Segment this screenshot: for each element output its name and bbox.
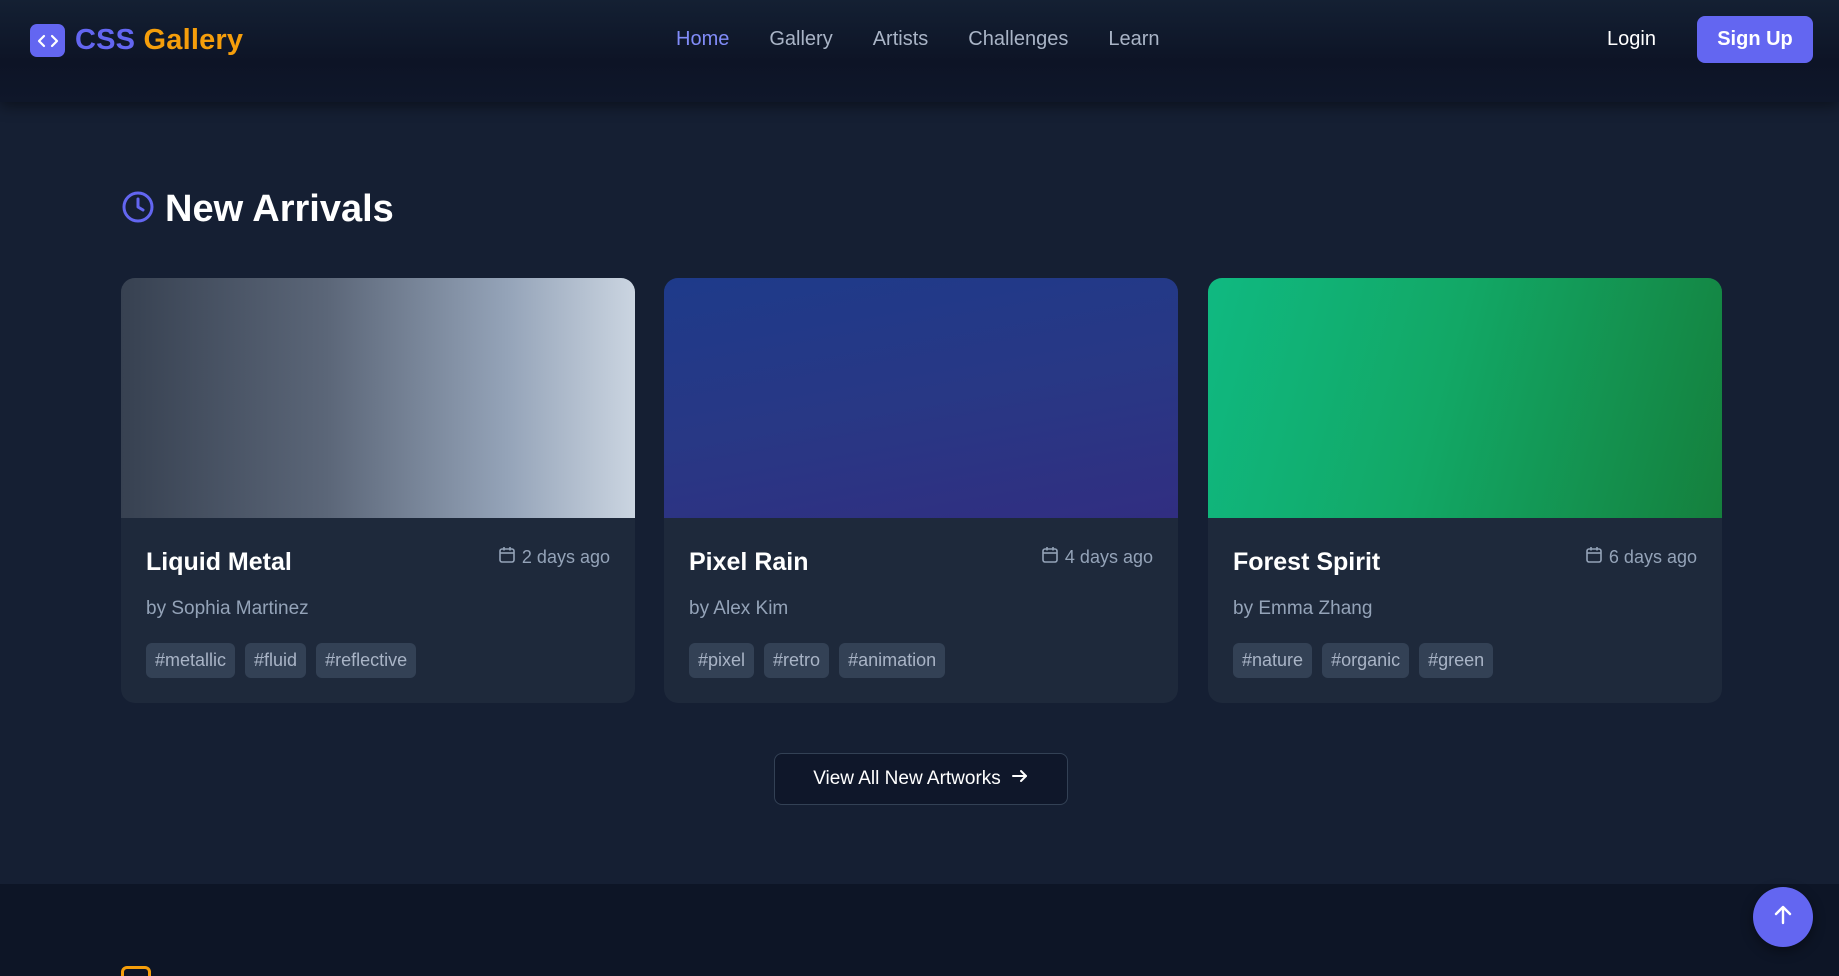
logo-text-gallery: Gallery xyxy=(143,24,244,56)
artwork-card[interactable]: Pixel Rain 4 days ago by Alex Kim #pixel… xyxy=(664,278,1178,703)
login-link[interactable]: Login xyxy=(1607,28,1656,51)
calendar-icon xyxy=(1041,546,1059,569)
next-section xyxy=(0,884,1839,976)
logo-text-css: CSS xyxy=(75,24,136,56)
arrow-right-icon xyxy=(1011,767,1029,791)
back-to-top-button[interactable] xyxy=(1753,887,1813,947)
artwork-preview[interactable] xyxy=(664,278,1178,518)
view-all-label: View All New Artworks xyxy=(813,768,1001,789)
card-author[interactable]: by Alex Kim xyxy=(689,598,788,620)
tag[interactable]: #organic xyxy=(1322,643,1410,678)
nav-home[interactable]: Home xyxy=(676,28,729,51)
nav-gallery[interactable]: Gallery xyxy=(769,28,832,51)
tag[interactable]: #metallic xyxy=(146,643,236,678)
card-tags: #pixel #retro #animation xyxy=(689,643,946,678)
site-header: CSS Gallery Home Gallery Artists Challen… xyxy=(0,0,1839,102)
card-title[interactable]: Liquid Metal xyxy=(146,548,292,577)
artwork-card[interactable]: Forest Spirit 6 days ago by Emma Zhang #… xyxy=(1208,278,1722,703)
signup-button[interactable]: Sign Up xyxy=(1697,16,1813,63)
calendar-icon xyxy=(498,546,516,569)
card-tags: #nature #organic #green xyxy=(1233,643,1494,678)
card-date-text: 4 days ago xyxy=(1064,547,1153,567)
nav-artists[interactable]: Artists xyxy=(873,28,929,51)
nav-learn[interactable]: Learn xyxy=(1108,28,1159,51)
calendar-icon xyxy=(1585,546,1603,569)
artwork-preview[interactable] xyxy=(121,278,635,518)
trophy-icon xyxy=(121,966,151,976)
nav-challenges[interactable]: Challenges xyxy=(968,28,1068,51)
card-author[interactable]: by Sophia Martinez xyxy=(146,598,309,620)
code-icon xyxy=(30,24,65,57)
card-date-text: 6 days ago xyxy=(1608,547,1697,567)
card-title[interactable]: Pixel Rain xyxy=(689,548,809,577)
tag[interactable]: #animation xyxy=(839,643,946,678)
card-date-text: 2 days ago xyxy=(521,547,610,567)
card-title[interactable]: Forest Spirit xyxy=(1233,548,1380,577)
section-heading: New Arrivals xyxy=(121,188,394,231)
artwork-preview[interactable] xyxy=(1208,278,1722,518)
tag[interactable]: #green xyxy=(1419,643,1494,678)
tag[interactable]: #reflective xyxy=(316,643,417,678)
section-title: New Arrivals xyxy=(165,188,394,230)
card-author[interactable]: by Emma Zhang xyxy=(1233,598,1372,620)
tag[interactable]: #pixel xyxy=(689,643,755,678)
site-logo[interactable]: CSS Gallery xyxy=(30,24,243,57)
card-tags: #metallic #fluid #reflective xyxy=(146,643,417,678)
card-date: 6 days ago xyxy=(1585,546,1697,569)
main-nav: Home Gallery Artists Challenges Learn xyxy=(676,28,1160,51)
view-all-new-artworks-button[interactable]: View All New Artworks xyxy=(774,753,1068,805)
card-date: 4 days ago xyxy=(1041,546,1153,569)
tag[interactable]: #retro xyxy=(764,643,830,678)
new-arrivals-section: New Arrivals Liquid Metal 2 days ago by … xyxy=(0,102,1839,884)
artwork-card[interactable]: Liquid Metal 2 days ago by Sophia Martin… xyxy=(121,278,635,703)
clock-icon xyxy=(121,190,155,229)
logo-text: CSS Gallery xyxy=(75,24,243,57)
arrow-up-icon xyxy=(1771,903,1795,932)
tag[interactable]: #fluid xyxy=(245,643,307,678)
card-date: 2 days ago xyxy=(498,546,610,569)
tag[interactable]: #nature xyxy=(1233,643,1313,678)
